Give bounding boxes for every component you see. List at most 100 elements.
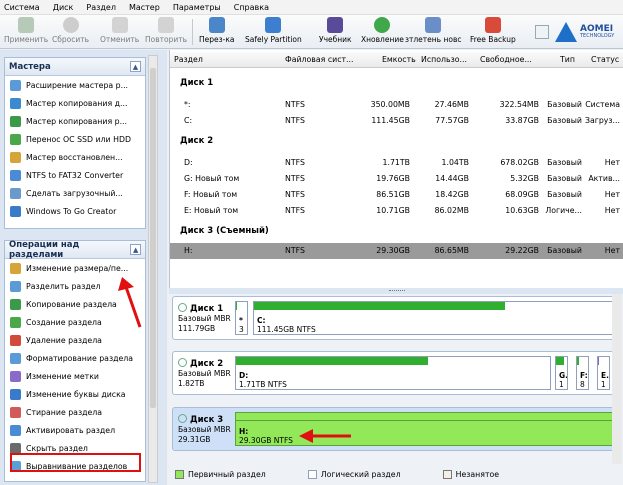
item-label: Сделать загрузочный...: [26, 188, 123, 198]
list-item[interactable]: NTFS to FAT32 Converter: [5, 166, 145, 184]
list-item[interactable]: Изменение буквы диска: [5, 385, 145, 403]
redo-button[interactable]: Повторить: [145, 17, 187, 47]
table-row[interactable]: C: NTFS 111.45GB 77.57GB 33.87GB Базовый Загру…: [170, 113, 623, 129]
partition-block[interactable]: E. 1: [597, 356, 610, 390]
view-toggle-icon[interactable]: [535, 25, 549, 39]
col-filesystem[interactable]: Файловая сист...: [285, 55, 353, 64]
col-partition[interactable]: Раздел: [174, 55, 203, 64]
partition-block[interactable]: C: 111.45GB NTFS: [253, 301, 614, 335]
disk-size: 1.82TB: [178, 379, 205, 388]
migrate-button[interactable]: Перез-ка: [199, 17, 234, 47]
table-row[interactable]: D: NTFS 1.71TB 1.04TB 678.02GB Базовый Нет: [170, 155, 623, 171]
item-icon: [10, 115, 21, 127]
free-backup-button[interactable]: Free Backup: [470, 17, 516, 47]
disk-size: 29.31GB: [178, 435, 211, 444]
disk-row[interactable]: Диск 1 Базовый MBR 111.79GB * 3 C: 111.45GB NT…: [172, 296, 618, 340]
partition-letter: C:: [257, 316, 266, 325]
table-cell: Базовый: [547, 100, 582, 109]
disk-row[interactable]: Диск 3 Базовый MBR 29.31GB H: 29.30GB NTFS: [172, 407, 618, 451]
partition-block[interactable]: * 3: [235, 301, 248, 335]
disk-group-title: Диск 2: [180, 136, 214, 146]
update-button[interactable]: Хновление: [361, 17, 404, 47]
list-item[interactable]: Windows To Go Creator: [5, 202, 145, 220]
sidebar-scrollbar[interactable]: [148, 55, 158, 483]
collapse-wizards-icon[interactable]: ▲: [130, 61, 141, 72]
list-item[interactable]: Активировать раздел: [5, 421, 145, 439]
partition-size: 1.71TB NTFS: [239, 380, 287, 389]
toolbar: Применить Сбросить Отменить Повторить Пе…: [0, 15, 623, 49]
disk-name: Диск 2: [178, 358, 233, 369]
list-item[interactable]: Сделать загрузочный...: [5, 184, 145, 202]
table-row[interactable]: F: Новый том NTFS 86.51GB 18.42GB 68.09GB Баз…: [170, 187, 623, 203]
operations-panel-header: Операции над разделами ▲: [5, 240, 145, 260]
table-row[interactable]: G: Новый том NTFS 19.76GB 14.44GB 5.32GB Базо…: [170, 171, 623, 187]
discard-button[interactable]: Сбросить: [52, 17, 89, 47]
list-item[interactable]: Мастер копирования р...: [5, 112, 145, 130]
list-item[interactable]: Перенос ОС SSD или HDD: [5, 130, 145, 148]
menu-settings[interactable]: Параметры: [173, 3, 221, 12]
list-item[interactable]: Стирание раздела: [5, 403, 145, 421]
usage-bar: [254, 302, 506, 310]
table-row[interactable]: E: Новый том NTFS 10.71GB 86.02MB 10.63GB Лог…: [170, 203, 623, 219]
table-cell: Нет: [604, 206, 620, 215]
list-item[interactable]: Изменение метки: [5, 367, 145, 385]
tutorial-button[interactable]: Учебник: [319, 17, 352, 47]
list-item[interactable]: Расширение мастера р...: [5, 76, 145, 94]
partition-size: 111.45GB NTFS: [257, 325, 316, 334]
list-item[interactable]: Мастер копирования д...: [5, 94, 145, 112]
col-used[interactable]: Использо...: [421, 55, 467, 64]
item-label: Изменение размера/пе...: [26, 263, 129, 273]
table-cell: 111.45GB: [371, 116, 410, 125]
table-cell: *:: [184, 100, 191, 109]
undo-button[interactable]: Отменить: [100, 17, 139, 47]
table-row[interactable]: H: NTFS 29.30GB 86.65MB 29.22GB Базовый Нет: [170, 243, 623, 259]
apply-button[interactable]: Применить: [4, 17, 48, 47]
sidebar-scroll-thumb[interactable]: [150, 68, 156, 408]
partition-block[interactable]: G. 1: [555, 356, 568, 390]
annotation-arrow-left: [118, 277, 142, 328]
table-cell: Нет: [604, 190, 620, 199]
item-icon: [10, 442, 21, 454]
wizards-panel: Мастера ▲ Расширение мастера р... Мастер …: [4, 57, 146, 229]
menu-help[interactable]: Справка: [234, 3, 269, 12]
table-cell: 19.76GB: [376, 174, 410, 183]
table-cell: NTFS: [285, 100, 305, 109]
table-cell: Нет: [604, 158, 620, 167]
logical-swatch: [307, 470, 317, 479]
list-item[interactable]: Форматирование раздела: [5, 349, 145, 367]
partition-block[interactable]: D: 1.71TB NTFS: [235, 356, 551, 390]
safely-partition-button[interactable]: Safely Partition: [245, 17, 302, 47]
item-label: Мастер восстановлен...: [26, 152, 123, 162]
table-cell: NTFS: [285, 246, 305, 255]
partition-label: F: 8: [580, 371, 588, 389]
menu-system[interactable]: Система: [4, 3, 40, 12]
apply-label: Применить: [4, 35, 49, 44]
menu-wizard[interactable]: Мастер: [129, 3, 160, 12]
disk-row[interactable]: Диск 2 Базовый MBR 1.82TB D: 1.71TB NTFS G. 1 F…: [172, 351, 618, 395]
item-icon: [10, 187, 21, 199]
partition-block[interactable]: H: 29.30GB NTFS: [235, 412, 616, 446]
table-row[interactable]: *: NTFS 350.00MB 27.46MB 322.54MB Базовый Сист…: [170, 97, 623, 113]
apply-icon: [18, 17, 35, 33]
diskmap-scrollbar[interactable]: [612, 294, 622, 464]
col-free[interactable]: Свободное...: [480, 55, 532, 64]
list-item[interactable]: Мастер восстановлен...: [5, 148, 145, 166]
table-cell: 18.42GB: [435, 190, 469, 199]
menu-disk[interactable]: Диск: [53, 3, 74, 12]
logo-sub-text: TECHNOLOGY: [580, 33, 615, 39]
redo-label: Повторить: [145, 35, 188, 44]
col-status[interactable]: Статус: [591, 55, 619, 64]
news-label: зтлетень новс: [405, 35, 462, 44]
disk-type: Базовый MBR: [178, 425, 231, 434]
news-button[interactable]: зтлетень новс: [405, 17, 462, 47]
collapse-operations-icon[interactable]: ▲: [130, 244, 141, 255]
disk-info: Диск 3 Базовый MBR 29.31GB: [178, 414, 233, 445]
partition-size: 1: [601, 380, 606, 389]
item-label: Активировать раздел: [26, 425, 116, 435]
col-type[interactable]: Тип: [560, 55, 575, 64]
disk-icon: [178, 358, 187, 367]
col-capacity[interactable]: Емкость: [382, 55, 416, 64]
table-cell: Базовый: [547, 174, 582, 183]
menu-partition[interactable]: Раздел: [86, 3, 116, 12]
partition-block[interactable]: F: 8: [576, 356, 589, 390]
